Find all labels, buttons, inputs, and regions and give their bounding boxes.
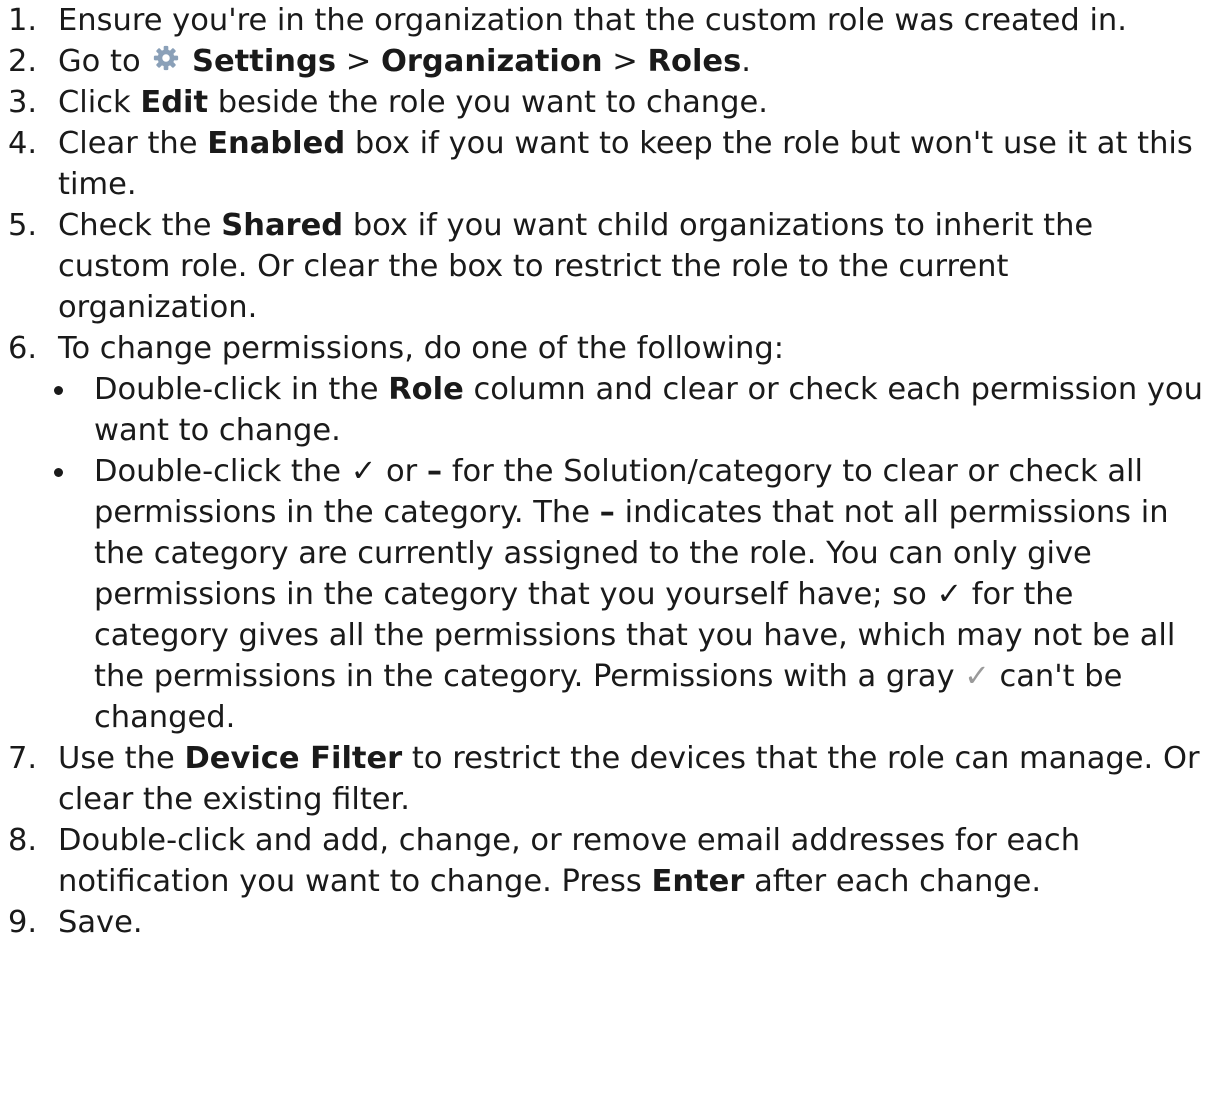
step-number: 3. [8,85,38,120]
step-9: 9. Save. [0,902,1207,943]
gray-check-mark-icon: ✓ [964,659,990,694]
document: 1. Ensure you're in the organization tha… [0,0,1207,1110]
step-text: Use the Device Filter to restrict the de… [58,741,1200,817]
text-part: or [385,454,418,489]
step-number: 4. [8,126,38,161]
check-mark-icon: ✓ [936,577,963,612]
step-text: Double-click and add, change, or remove … [58,823,1080,899]
edit-label: Edit [140,85,209,120]
text-part: Double-click in the [94,372,379,407]
path-separator: > [612,44,638,79]
step-number: 5. [8,208,38,243]
step-text: Go to Settings > Organization > Roles. [58,44,751,79]
step-text-part: after each change. [754,864,1042,899]
list-item-text: Double-click in the Role column and clea… [94,372,1203,448]
step-number: 9. [8,905,38,940]
step-text: Clear the Enabled box if you want to kee… [58,126,1193,202]
procedure-steps: 1. Ensure you're in the organization tha… [0,0,1207,943]
option-list: Double-click in the Role column and clea… [0,369,1207,738]
list-item-text: Double-click the ✓ or – for the Solution… [94,454,1175,735]
list-item: Double-click the ✓ or – for the Solution… [0,451,1207,738]
bullet-icon [54,468,63,477]
step-text-part: . [741,44,751,79]
step-7: 7. Use the Device Filter to restrict the… [0,738,1207,820]
step-1: 1. Ensure you're in the organization tha… [0,0,1207,41]
organization-label: Organization [380,44,603,79]
roles-label: Roles [647,44,742,79]
enter-key-label: Enter [651,864,745,899]
step-text: To change permissions, do one of the fol… [58,331,784,366]
step-6: 6. To change permissions, do one of the … [0,328,1207,738]
step-8: 8. Double-click and add, change, or remo… [0,820,1207,902]
text-part: Double-click the [94,454,341,489]
settings-label: Settings [192,44,336,79]
step-text-part: Click [58,85,131,120]
step-text: Ensure you're in the organization that t… [58,3,1127,38]
bullet-icon [54,386,63,395]
step-number: 1. [8,3,38,38]
step-text-part: Use the [58,741,175,776]
step-4: 4. Clear the Enabled box if you want to … [0,123,1207,205]
step-3: 3. Click Edit beside the role you want t… [0,82,1207,123]
gear-icon [152,42,180,71]
path-separator: > [345,44,372,79]
step-text: Click Edit beside the role you want to c… [58,85,768,120]
step-text-part: Check the [58,208,212,243]
step-text-part: Clear the [58,126,198,161]
step-number: 7. [8,741,38,776]
list-item: Double-click in the Role column and clea… [0,369,1207,451]
step-number: 2. [8,44,38,79]
step-text-part: box if you want child organizations to i… [58,208,1094,325]
shared-label: Shared [221,208,344,243]
role-label: Role [388,372,464,407]
device-filter-label: Device Filter [184,741,403,776]
step-5: 5. Check the Shared box if you want chil… [0,205,1207,328]
check-mark-icon: ✓ [350,454,377,489]
dash-mark-icon: – [426,454,443,489]
step-text: Check the Shared box if you want child o… [58,208,1093,325]
step-number: 8. [8,823,38,858]
step-text-part: Go to [58,44,141,79]
enabled-label: Enabled [207,126,346,161]
step-text: Save. [58,905,143,940]
step-text-part: beside the role you want to change. [217,85,768,120]
step-number: 6. [8,331,38,366]
step-2: 2. Go to Settings > Organization > Roles… [0,41,1207,82]
dash-mark-icon: – [599,495,615,530]
